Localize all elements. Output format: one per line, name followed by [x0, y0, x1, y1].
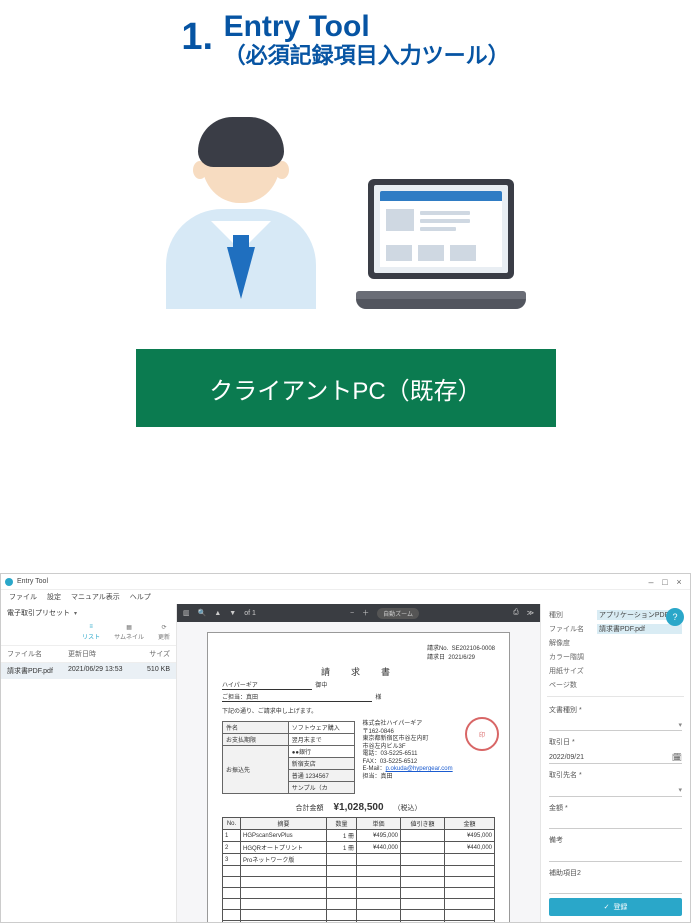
col-date[interactable]: 更新日時	[68, 649, 134, 659]
window-minimize[interactable]: –	[644, 576, 658, 588]
invoice-title: 請 求 書	[222, 665, 495, 678]
right-pane: ? 種別アプリケーションPDF ファイル名請求書PDF.pdf 解像度 カラー階…	[540, 604, 690, 922]
window-close[interactable]: ×	[672, 576, 686, 588]
check-icon: ✓	[604, 903, 610, 911]
invoice-note: 下記の通り、ご請求申し上げます。	[222, 706, 495, 715]
titlebar: Entry Tool – □ ×	[1, 574, 690, 590]
calendar-icon[interactable]: 🗓	[672, 753, 682, 762]
field-amount[interactable]	[549, 817, 682, 830]
zoom-out-icon[interactable]: −	[350, 610, 354, 617]
client-pc-label: クライアントPC（既存）	[209, 371, 481, 406]
view-list-label: リスト	[82, 632, 100, 641]
meta-color-label: カラー階調	[549, 652, 593, 662]
view-reload-label: 更新	[158, 632, 170, 641]
chevron-down-icon: ▾	[678, 786, 682, 794]
cell-date: 2021/06/29 13:53	[68, 666, 134, 676]
search-icon[interactable]: 🔍	[198, 609, 207, 617]
laptop-icon	[356, 179, 526, 309]
client-pc-button[interactable]: クライアントPC（既存）	[136, 349, 556, 427]
view-reload[interactable]: ⟳ 更新	[158, 622, 170, 641]
window-title: Entry Tool	[17, 578, 644, 585]
field-doc-type[interactable]: ▾	[549, 719, 682, 732]
list-icon: ≡	[86, 622, 96, 632]
field-partner[interactable]: ▾	[549, 784, 682, 797]
field-partner-label: 取引先名 *	[549, 770, 682, 780]
promo-number: 1.	[181, 18, 213, 56]
register-button[interactable]: ✓ 登録	[549, 898, 682, 916]
meta-paper-label: 用紙サイズ	[549, 666, 593, 676]
page-indicator: of 1	[244, 610, 256, 617]
promo-title: 1. Entry Tool （必須記録項目入力ツール）	[0, 10, 691, 69]
menu-manual[interactable]: マニュアル表示	[71, 592, 120, 602]
chevron-down-icon[interactable]: ▾	[74, 610, 77, 617]
invoice-date: 2021/6/29	[448, 655, 475, 661]
invoice-document: 請求No. SE202106-0008 請求日 2021/6/29 請 求 書 …	[207, 632, 510, 922]
promo-title-main: Entry Tool	[224, 10, 510, 43]
view-list[interactable]: ≡ リスト	[82, 622, 100, 641]
field-aux2[interactable]	[549, 882, 682, 895]
field-amount-label: 金額 *	[549, 803, 682, 813]
invoice-info-table: 件名ソフトウェア購入 お支払期限翌月末まで お振込先●●銀行 新宿支店 普通 1…	[222, 721, 355, 794]
meta-file-value: 請求書PDF.pdf	[597, 624, 682, 634]
menu-help[interactable]: ヘルプ	[130, 592, 151, 602]
view-thumb-label: サムネイル	[114, 632, 144, 641]
app-icon	[5, 578, 13, 586]
menu-file[interactable]: ファイル	[9, 592, 37, 602]
zoom-in-icon[interactable]: ＋	[362, 608, 369, 618]
grid-icon: ▦	[124, 622, 134, 632]
table-row[interactable]: 請求書PDF.pdf 2021/06/29 13:53 510 KB	[1, 663, 176, 679]
cell-size: 510 KB	[134, 666, 170, 676]
promo-title-sub: （必須記録項目入力ツール）	[224, 43, 510, 69]
menu-settings[interactable]: 設定	[47, 592, 61, 602]
invoice-total: 合計金額 ¥1,028,500 （税込）	[222, 802, 495, 813]
field-trade-date-label: 取引日 *	[549, 737, 682, 747]
sender-mail: p.okuda@hypergear.com	[386, 766, 453, 772]
illustration-row	[0, 119, 691, 309]
col-size[interactable]: サイズ	[134, 649, 170, 659]
left-pane: 電子取引プリセット ▾ ≡ リスト ▦ サムネイル ⟳ 更新	[1, 604, 177, 922]
meta-pages-label: ページ数	[549, 680, 593, 690]
file-table: ファイル名 更新日時 サイズ 請求書PDF.pdf 2021/06/29 13:…	[1, 646, 176, 679]
cell-filename: 請求書PDF.pdf	[7, 666, 68, 676]
help-button[interactable]: ?	[666, 608, 684, 626]
attn-suffix: 御中	[315, 683, 327, 689]
zoom-select[interactable]: 自動ズーム	[377, 608, 419, 619]
field-trade-date-value: 2022/09/21	[549, 754, 584, 761]
page-up-icon[interactable]: ▲	[214, 610, 221, 617]
invoice-no: SE202106-0008	[452, 646, 495, 652]
person-icon	[166, 119, 316, 309]
register-label: 登録	[613, 902, 627, 912]
page-down-icon[interactable]: ▼	[229, 610, 236, 617]
center-pane: ▥ 🔍 ▲ ▼ of 1 − ＋ 自動ズーム ⎙ ≫ 請求No.	[177, 604, 540, 922]
col-filename[interactable]: ファイル名	[7, 649, 68, 659]
invoice-person: ご担当：真田	[222, 695, 258, 701]
chevron-down-icon: ▾	[678, 721, 682, 729]
field-remarks-label: 備考	[549, 835, 682, 845]
meta-res-label: 解像度	[549, 638, 593, 648]
invoice-items-table: No. 摘要 数量 単価 値引き額 金額 1HGPscanServPlus1 冊…	[222, 817, 495, 922]
promo-block: 1. Entry Tool （必須記録項目入力ツール）	[0, 0, 691, 427]
more-icon[interactable]: ≫	[527, 609, 534, 617]
seal-icon: 印	[465, 717, 499, 751]
field-doc-type-label: 文書種別 *	[549, 705, 682, 715]
field-aux2-label: 補助項目2	[549, 868, 682, 878]
field-trade-date[interactable]: 2022/09/21 🗓	[549, 751, 682, 764]
sidebar-toggle-icon[interactable]: ▥	[183, 609, 190, 617]
invoice-date-label: 請求日	[427, 655, 445, 661]
meta-type-label: 種別	[549, 610, 593, 620]
invoice-to: ハイパーギア	[222, 680, 312, 690]
print-icon[interactable]: ⎙	[513, 609, 519, 617]
menubar: ファイル 設定 マニュアル表示 ヘルプ	[1, 590, 690, 604]
pdf-stage[interactable]: 請求No. SE202106-0008 請求日 2021/6/29 請 求 書 …	[177, 622, 540, 922]
person-suffix: 様	[375, 695, 381, 701]
reload-icon: ⟳	[159, 622, 169, 632]
window-maximize[interactable]: □	[658, 576, 672, 588]
meta-file-label: ファイル名	[549, 624, 593, 634]
view-thumbnail[interactable]: ▦ サムネイル	[114, 622, 144, 641]
field-remarks[interactable]	[549, 849, 682, 862]
pdf-toolbar: ▥ 🔍 ▲ ▼ of 1 − ＋ 自動ズーム ⎙ ≫	[177, 604, 540, 622]
invoice-no-label: 請求No.	[427, 646, 448, 652]
preset-label: 電子取引プリセット	[7, 608, 70, 618]
app-window: Entry Tool – □ × ファイル 設定 マニュアル表示 ヘルプ 電子取…	[0, 573, 691, 923]
